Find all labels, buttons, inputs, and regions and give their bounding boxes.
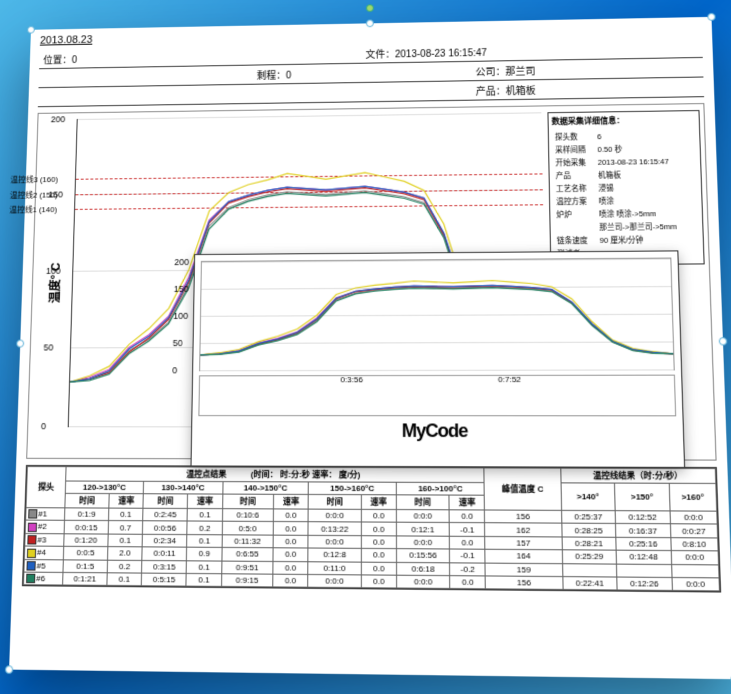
rotate-handle[interactable]	[366, 4, 374, 12]
resize-handle[interactable]	[5, 665, 13, 674]
resize-handle[interactable]	[27, 26, 35, 34]
company-field: 公司：那兰司	[475, 60, 699, 78]
inset-report: 0501001502000:3:560:7:52 MyCode	[191, 250, 686, 468]
resize-handle[interactable]	[719, 337, 728, 345]
resize-handle[interactable]	[707, 13, 715, 21]
dist-field: 剩程：0	[257, 64, 476, 82]
results-table: 探头温控点结果 (时间： 时:分:秒 速率： 度/分)峰值温度 C温控线结果（时…	[22, 465, 721, 593]
file-field: 文件：2013-08-23 16:15:47	[366, 40, 699, 60]
report-page: 2013.08.23 位置：0 文件：2013-08-23 16:15:47 剩…	[9, 17, 731, 679]
inset-chart: 0501001502000:3:560:7:52	[199, 258, 675, 372]
resize-handle[interactable]	[16, 340, 24, 348]
brand-logo: MyCode	[402, 420, 468, 442]
product-field: 产品：机箱板	[476, 80, 700, 98]
position-field: 位置：0	[43, 46, 365, 66]
info-panel: 数据采集详细信息： 探头数6采样间隔0.50 秒开始采集2013-08-23 1…	[547, 110, 704, 265]
inset-footer-text	[198, 426, 205, 436]
resize-handle[interactable]	[366, 19, 374, 27]
inset-table	[198, 375, 676, 417]
